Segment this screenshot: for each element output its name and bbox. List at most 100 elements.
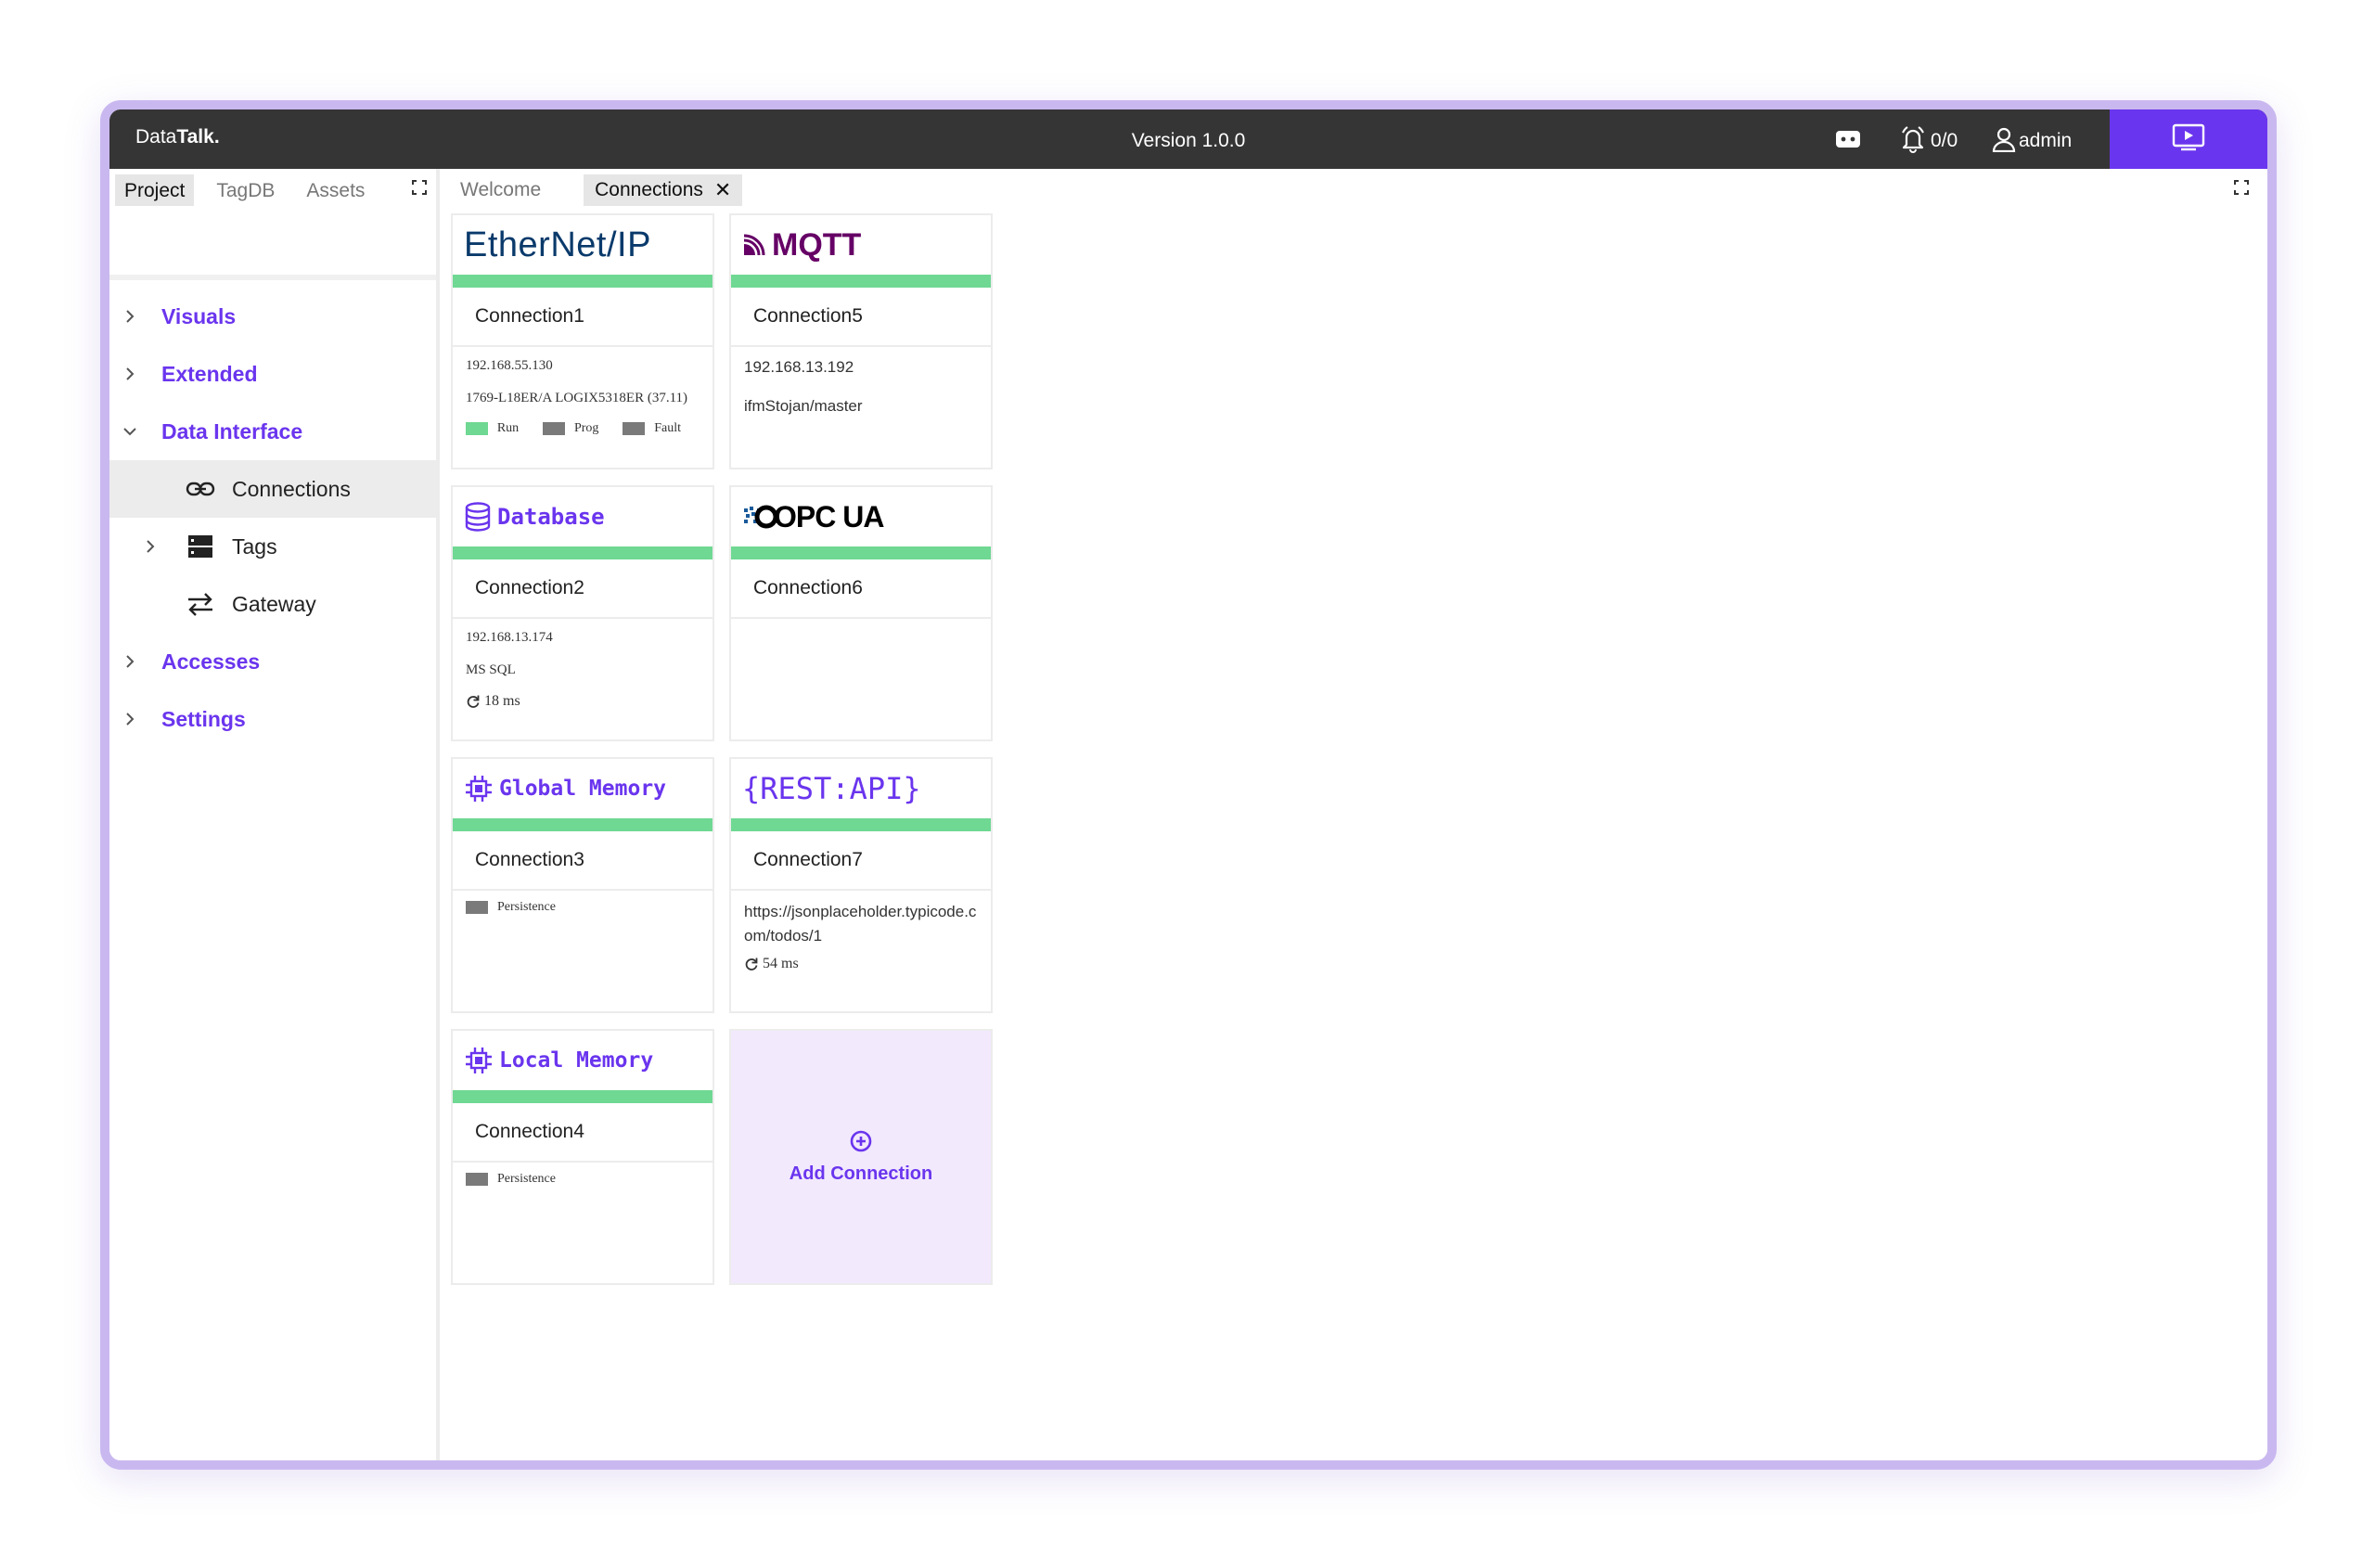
tree-subitem-connections[interactable]: Connections: [109, 460, 436, 518]
device-model: 1769-L18ER/A LOGIX5318ER (37.11): [466, 391, 688, 405]
present-icon: [2172, 123, 2205, 156]
left-tabs: Project TagDB Assets: [115, 174, 387, 206]
tree-item-label: Accesses: [161, 649, 261, 674]
tree-subitem-tags[interactable]: Tags: [109, 518, 436, 575]
tab-label: Welcome: [460, 179, 542, 200]
logo-text: Global Memory: [499, 777, 667, 801]
mqtt-logo: MQTT: [731, 215, 991, 275]
status-label: Run: [496, 421, 520, 435]
user-icon[interactable]: [1988, 123, 2020, 155]
database-logo: Database: [453, 487, 712, 546]
rest-api-logo: {REST:API}: [731, 759, 991, 818]
persistence-indicator: [466, 1173, 488, 1186]
project-tree: Visuals Extended Data Interface Connecti…: [109, 288, 436, 748]
logo-text: MQTT: [772, 226, 862, 263]
main-tabs: Welcome Connections ✕: [449, 174, 774, 206]
left-expand-icon[interactable]: [412, 180, 427, 195]
ethernet-ip-logo: EtherNet/IP: [453, 215, 712, 275]
top-bar: DataTalk. Version 1.0.0 0/0 admin: [109, 109, 2267, 169]
connection-card[interactable]: Local Memory Connection4 Persistence: [451, 1029, 714, 1285]
connection-ip: 192.168.13.192: [744, 358, 854, 376]
tree-item-settings[interactable]: Settings: [109, 690, 436, 748]
persistence-status: Persistence: [466, 1172, 705, 1187]
connection-name: Connection5: [731, 288, 991, 347]
tree-subitem-label: Connections: [232, 476, 351, 501]
status-bar: [453, 275, 712, 288]
tree-item-visuals[interactable]: Visuals: [109, 288, 436, 345]
logo-text: Database: [497, 504, 605, 530]
connection-name: Connection3: [453, 831, 712, 891]
link-icon: [186, 476, 215, 502]
connection-card[interactable]: MQTT Connection5 192.168.13.192 ifmStoja…: [729, 213, 993, 469]
latency-unit: ms: [503, 693, 520, 709]
connection-details: 192.168.55.130 1769-L18ER/A LOGIX5318ER …: [466, 356, 705, 436]
tab-welcome[interactable]: Welcome: [449, 174, 552, 206]
connection-card[interactable]: {REST:API} Connection7 https://jsonplace…: [729, 757, 993, 1013]
main-expand-icon[interactable]: [2234, 180, 2249, 195]
mqtt-icon: [743, 234, 765, 256]
connection-name: Connection1: [453, 288, 712, 347]
run-indicator: [466, 422, 488, 435]
latency: 18 ms: [466, 693, 705, 710]
database-icon: [465, 502, 491, 532]
connection-details: Persistence: [466, 1172, 705, 1187]
status-label: Persistence: [497, 900, 556, 914]
connection-details: Persistence: [466, 900, 705, 915]
status-label: Persistence: [497, 1172, 556, 1186]
logo-text: {REST:API}: [742, 771, 921, 806]
connection-card[interactable]: Global Memory Connection3 Persistence: [451, 757, 714, 1013]
status-label: Fault: [654, 421, 682, 435]
tree-item-data-interface[interactable]: Data Interface: [109, 403, 436, 460]
add-connection-label: Add Connection: [789, 1163, 933, 1184]
status-bar: [731, 818, 991, 831]
status-bar: [731, 275, 991, 288]
status-bar: [731, 546, 991, 559]
present-button[interactable]: [2110, 109, 2267, 169]
tree-item-label: Data Interface: [161, 418, 303, 443]
fault-indicator: [623, 422, 646, 435]
connection-name: Connection7: [731, 831, 991, 891]
plc-status: Run Prog Fault: [466, 421, 705, 436]
chevron-down-icon: [123, 428, 136, 436]
global-memory-logo: Global Memory: [453, 759, 712, 818]
refresh-icon: [744, 957, 759, 971]
close-icon[interactable]: ✕: [714, 178, 731, 202]
notification-count: 0/0: [1931, 130, 1958, 151]
chevron-right-icon: [126, 367, 135, 380]
tree-item-extended[interactable]: Extended: [109, 345, 436, 403]
tree-subitem-label: Gateway: [232, 591, 316, 616]
latency-unit: ms: [781, 956, 799, 971]
connection-card[interactable]: Database Connection2 192.168.13.174 MS S…: [451, 485, 714, 741]
tab-assets[interactable]: Assets: [297, 174, 374, 206]
connection-card[interactable]: EtherNet/IP Connection1 192.168.55.130 1…: [451, 213, 714, 469]
panel-divider: [109, 275, 436, 280]
connection-ip: 192.168.55.130: [466, 358, 553, 373]
tab-label: Connections: [595, 179, 703, 200]
user-name[interactable]: admin: [2019, 130, 2072, 152]
chevron-right-icon: [126, 310, 135, 323]
tree-item-accesses[interactable]: Accesses: [109, 633, 436, 690]
persistence-indicator: [466, 901, 488, 914]
tab-project[interactable]: Project: [115, 174, 195, 206]
connection-name: Connection4: [453, 1103, 712, 1163]
prog-indicator: [543, 422, 565, 435]
mqtt-topic: ifmStojan/master: [744, 397, 863, 415]
bell-icon[interactable]: [1897, 123, 1929, 155]
api-url: https://jsonplaceholder.typicode.com/tod…: [744, 903, 977, 945]
gamepad-icon[interactable]: [1832, 123, 1864, 155]
tab-tagdb[interactable]: TagDB: [207, 174, 284, 206]
add-connection-button[interactable]: Add Connection: [729, 1029, 993, 1285]
opc-ua-logo: OPC UA: [731, 487, 991, 546]
logo-text: OPC UA: [774, 499, 884, 533]
chip-icon: [466, 1047, 492, 1073]
tree-subitem-gateway[interactable]: Gateway: [109, 575, 436, 633]
app-window: DataTalk. Version 1.0.0 0/0 admin Projec…: [100, 100, 2277, 1470]
main-area: Welcome Connections ✕ EtherNet/IP Connect…: [440, 169, 2267, 1460]
connection-card[interactable]: OPC UA Connection6: [729, 485, 993, 741]
connection-name: Connection2: [453, 559, 712, 619]
connection-name: Connection6: [731, 559, 991, 619]
tree-item-label: Extended: [161, 361, 258, 386]
tab-connections[interactable]: Connections ✕: [584, 174, 743, 206]
status-bar: [453, 1090, 712, 1103]
connection-details: 192.168.13.192 ifmStojan/master: [744, 356, 983, 434]
